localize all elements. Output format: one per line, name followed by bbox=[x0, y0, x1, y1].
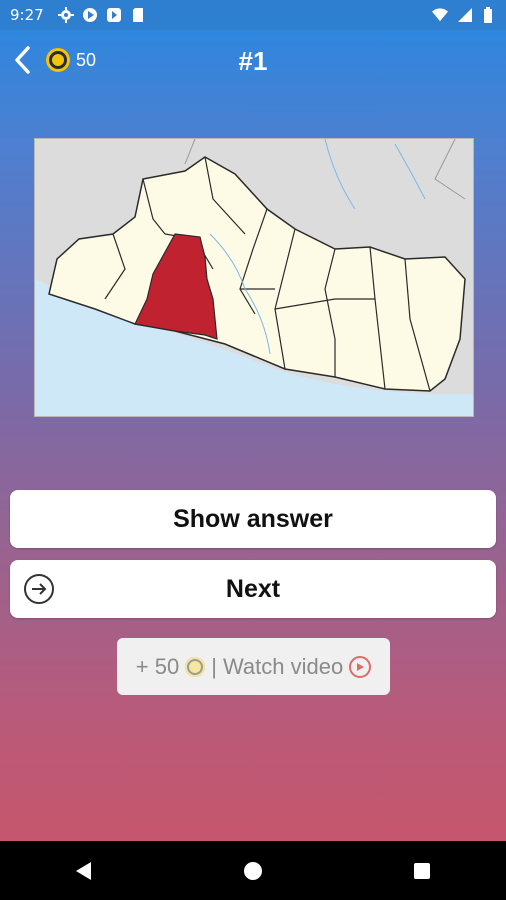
status-time: 9:27 bbox=[10, 6, 44, 24]
quiz-screen: 50 #1 Show answer Next + 50 | Watch vide… bbox=[0, 30, 506, 841]
play-circle-icon bbox=[82, 7, 98, 23]
map-image bbox=[34, 138, 474, 417]
el-salvador-map bbox=[35, 139, 473, 416]
arrow-right-circle-icon bbox=[24, 574, 54, 604]
back-triangle-icon bbox=[76, 861, 92, 880]
nav-home-button[interactable] bbox=[231, 849, 275, 893]
watch-video-label: Watch video bbox=[222, 653, 344, 679]
sd-card-icon bbox=[130, 7, 146, 23]
reward-separator: | bbox=[211, 653, 217, 679]
status-icons-right bbox=[432, 7, 496, 23]
home-circle-icon bbox=[243, 861, 262, 880]
next-label: Next bbox=[225, 574, 281, 603]
reward-amount: + 50 bbox=[135, 653, 180, 679]
question-title: #1 bbox=[238, 46, 268, 76]
nav-back-button[interactable] bbox=[62, 849, 106, 893]
battery-icon bbox=[480, 7, 496, 23]
show-answer-button[interactable]: Show answer bbox=[10, 490, 496, 548]
top-bar: 50 #1 bbox=[0, 30, 506, 92]
recents-square-icon bbox=[413, 862, 430, 879]
next-button[interactable]: Next bbox=[10, 560, 496, 618]
wifi-icon bbox=[432, 7, 448, 23]
coin-icon bbox=[185, 656, 206, 677]
play-store-icon bbox=[106, 7, 122, 23]
system-nav-bar bbox=[0, 841, 506, 900]
status-bar: 9:27 bbox=[0, 0, 506, 30]
nav-recents-button[interactable] bbox=[400, 849, 444, 893]
show-answer-label: Show answer bbox=[173, 504, 333, 533]
play-icon bbox=[349, 655, 372, 678]
signal-icon bbox=[456, 7, 472, 23]
gear-icon bbox=[57, 7, 74, 23]
status-icons-left bbox=[57, 7, 146, 23]
watch-video-reward-button[interactable]: + 50 | Watch video bbox=[117, 638, 390, 695]
